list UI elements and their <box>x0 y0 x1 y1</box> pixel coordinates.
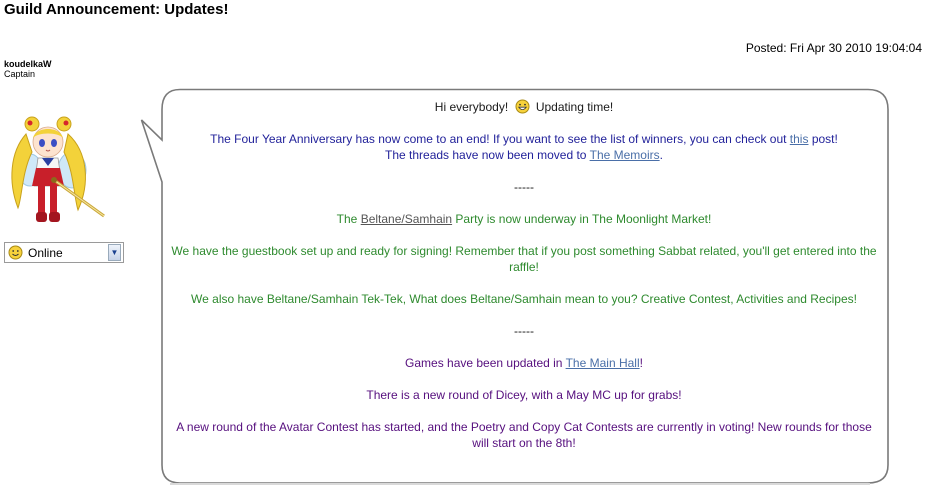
divider-2: ----- <box>514 324 534 338</box>
avatar-contest-paragraph: A new round of the Avatar Contest has st… <box>176 420 872 450</box>
online-status-select[interactable]: Online ▼ <box>4 242 124 263</box>
user-rank: Captain <box>4 69 36 79</box>
dicey-paragraph: There is a new round of Dicey, with a Ma… <box>366 388 682 402</box>
divider-1: ----- <box>514 180 534 194</box>
avatar[interactable] <box>4 112 108 236</box>
posted-timestamp: Posted: Fri Apr 30 2010 19:04:04 <box>745 41 922 55</box>
status-label: Online <box>28 245 63 260</box>
post-content: Hi everybody! Updating time! The Four Ye… <box>168 93 880 451</box>
memoirs-link[interactable]: The Memoirs <box>590 148 660 162</box>
winners-post-link[interactable]: this <box>790 132 809 146</box>
greeting-line: Hi everybody! Updating time! <box>168 99 880 115</box>
page-title: Guild Announcement: Updates! <box>4 1 229 18</box>
games-paragraph: Games have been updated in The Main Hall… <box>405 356 643 370</box>
tektek-paragraph: We also have Beltane/Samhain Tek-Tek, Wh… <box>191 292 857 306</box>
guestbook-paragraph: We have the guestbook set up and ready f… <box>171 244 877 274</box>
main-hall-link[interactable]: The Main Hall <box>566 356 640 370</box>
smiley-face-icon <box>8 245 23 260</box>
beltane-samhain-link[interactable]: Beltane/Samhain <box>361 212 452 226</box>
party-paragraph: The Beltane/Samhain Party is now underwa… <box>336 212 712 226</box>
anniversary-paragraph: The Four Year Anniversary has now come t… <box>210 132 838 162</box>
grin-emoticon-icon <box>515 99 530 118</box>
username[interactable]: koudelkaW <box>4 59 52 69</box>
chevron-down-icon[interactable]: ▼ <box>108 244 121 261</box>
